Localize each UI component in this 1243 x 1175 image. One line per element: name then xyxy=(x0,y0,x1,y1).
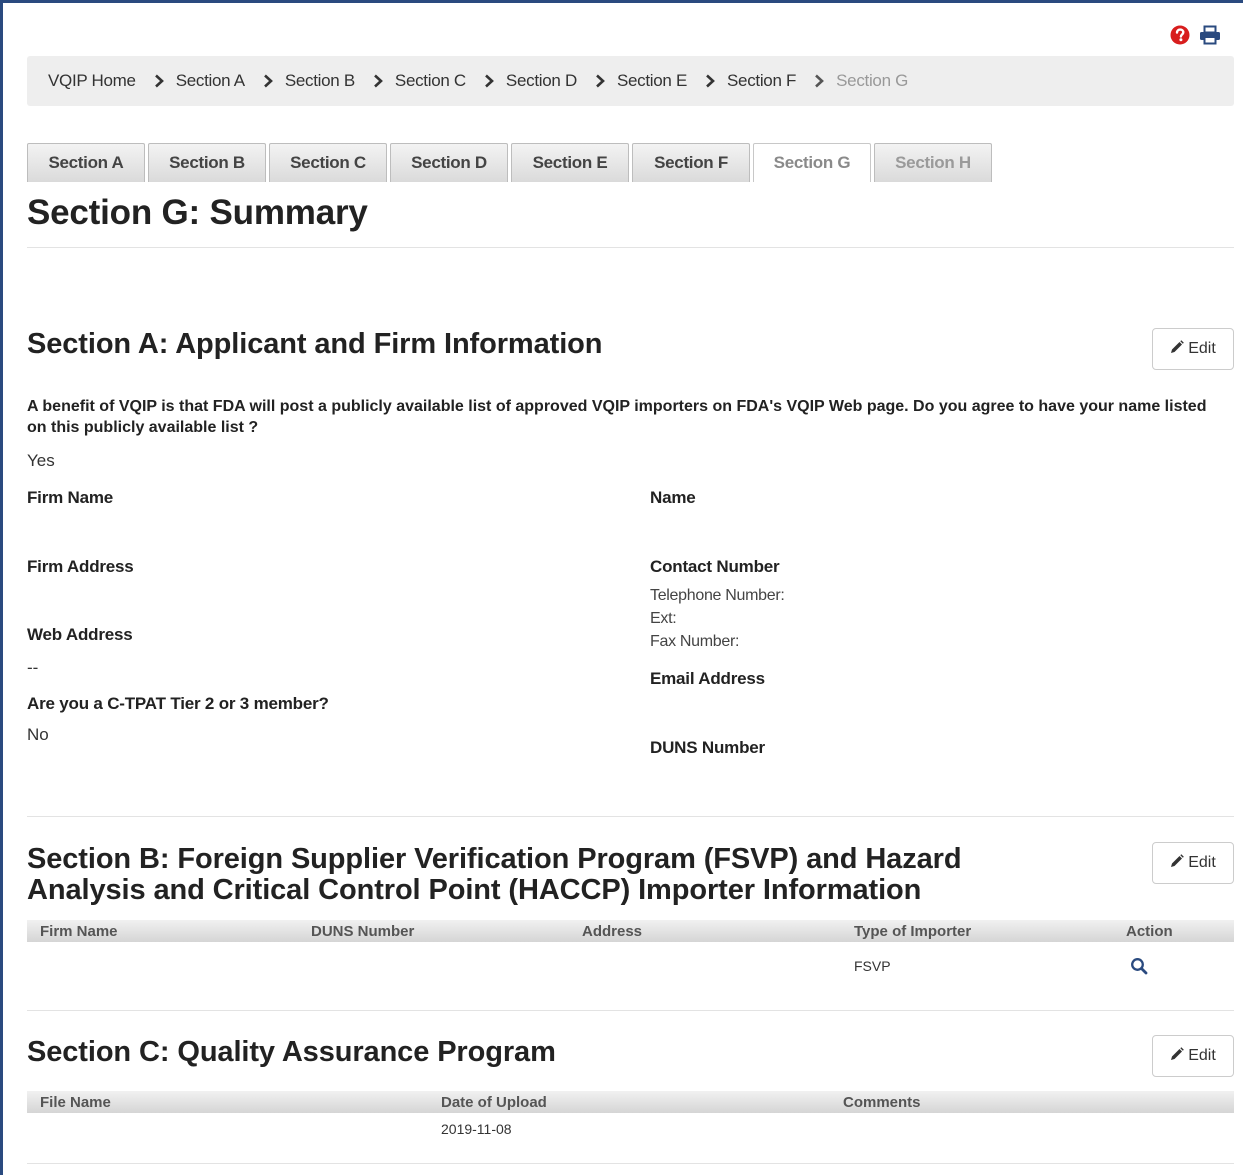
fax-label: Fax Number: xyxy=(650,633,740,650)
section-b-title: Section B: Foreign Supplier Verification… xyxy=(27,843,962,906)
column-file-name: File Name xyxy=(40,1094,111,1111)
publish-consent-question: A benefit of VQIP is that FDA will post … xyxy=(27,398,1207,436)
column-address: Address xyxy=(582,923,643,940)
breadcrumb-section-d[interactable]: Section D xyxy=(506,71,577,91)
row-type-of-importer: FSVP xyxy=(854,958,891,974)
tab-section-a[interactable]: Section A xyxy=(27,143,145,182)
print-icon[interactable] xyxy=(1199,24,1221,46)
breadcrumb-section-e[interactable]: Section E xyxy=(617,71,687,91)
publish-consent-answer: Yes xyxy=(27,451,55,470)
ctpat-value: No xyxy=(27,725,49,744)
column-duns-number: DUNS Number xyxy=(311,923,415,940)
web-address-value: -- xyxy=(27,658,39,677)
breadcrumb-section-g: Section G xyxy=(836,71,909,90)
firm-address-label: Firm Address xyxy=(27,557,134,576)
section-c-edit-button[interactable]: Edit xyxy=(1152,1035,1234,1077)
chevron-right-icon xyxy=(595,74,605,88)
tab-section-g[interactable]: Section G xyxy=(753,143,871,182)
column-comments: Comments xyxy=(843,1094,921,1111)
edit-label: Edit xyxy=(1188,1047,1216,1064)
section-a-edit-button[interactable]: Edit xyxy=(1152,328,1234,370)
web-address-label: Web Address xyxy=(27,625,133,644)
chevron-right-icon xyxy=(373,74,383,88)
breadcrumb-vqip-home[interactable]: VQIP Home xyxy=(48,71,136,91)
chevron-right-icon xyxy=(263,74,273,88)
email-label: Email Address xyxy=(650,669,765,688)
breadcrumb-section-b[interactable]: Section B xyxy=(285,71,355,91)
column-date-of-upload: Date of Upload xyxy=(441,1094,547,1111)
search-icon[interactable] xyxy=(1130,957,1148,980)
section-tabs: Section A Section B Section C Section D … xyxy=(27,143,992,182)
edit-label: Edit xyxy=(1188,340,1216,357)
section-b-edit-button[interactable]: Edit xyxy=(1152,842,1234,884)
telephone-label: Telephone Number: xyxy=(650,587,785,604)
tab-section-f[interactable]: Section F xyxy=(632,143,750,182)
chevron-right-icon xyxy=(705,74,715,88)
firm-name-label: Firm Name xyxy=(27,488,114,507)
edit-label: Edit xyxy=(1188,854,1216,871)
tab-section-c[interactable]: Section C xyxy=(269,143,387,182)
section-a-title: Section A: Applicant and Firm Informatio… xyxy=(27,328,603,360)
breadcrumb-section-c[interactable]: Section C xyxy=(395,71,466,91)
pencil-icon xyxy=(1170,339,1185,359)
column-firm-name: Firm Name xyxy=(40,923,118,940)
header-tools xyxy=(1169,24,1221,46)
chevron-right-icon xyxy=(814,74,825,88)
section-b-title-line1: Section B: Foreign Supplier Verification… xyxy=(27,843,962,875)
qa-table-header: File Name Date of Upload Comments xyxy=(27,1091,1234,1113)
divider xyxy=(27,816,1234,817)
section-b-title-line2: Analysis and Critical Control Point (HAC… xyxy=(27,874,922,906)
page-title: Section G: Summary xyxy=(27,193,368,232)
contact-number-label: Contact Number xyxy=(650,557,780,576)
question-circle-icon[interactable] xyxy=(1169,24,1191,46)
tab-section-e[interactable]: Section E xyxy=(511,143,629,182)
column-action: Action xyxy=(1126,923,1173,940)
ext-label: Ext: xyxy=(650,610,677,627)
section-c-title: Section C: Quality Assurance Program xyxy=(27,1036,556,1068)
contact-name-label: Name xyxy=(650,488,696,507)
pencil-icon xyxy=(1170,853,1185,873)
chevron-right-icon xyxy=(484,74,494,88)
tab-section-b[interactable]: Section B xyxy=(148,143,266,182)
duns-label: DUNS Number xyxy=(650,738,765,757)
breadcrumb-section-f[interactable]: Section F xyxy=(727,71,796,91)
divider xyxy=(27,1163,1234,1164)
importer-table-header: Firm Name DUNS Number Address Type of Im… xyxy=(27,920,1234,942)
breadcrumb-section-a[interactable]: Section A xyxy=(176,71,245,91)
ctpat-label: Are you a C-TPAT Tier 2 or 3 member? xyxy=(27,694,329,713)
column-type-of-importer: Type of Importer xyxy=(854,923,972,940)
tab-section-h: Section H xyxy=(874,143,992,182)
divider xyxy=(27,1010,1234,1011)
pencil-icon xyxy=(1170,1046,1185,1066)
tab-section-d[interactable]: Section D xyxy=(390,143,508,182)
divider xyxy=(27,247,1234,248)
chevron-right-icon xyxy=(154,74,164,88)
breadcrumb: VQIP Home Section A Section B Section C … xyxy=(27,56,1234,106)
row-date-of-upload: 2019-11-08 xyxy=(441,1121,512,1137)
